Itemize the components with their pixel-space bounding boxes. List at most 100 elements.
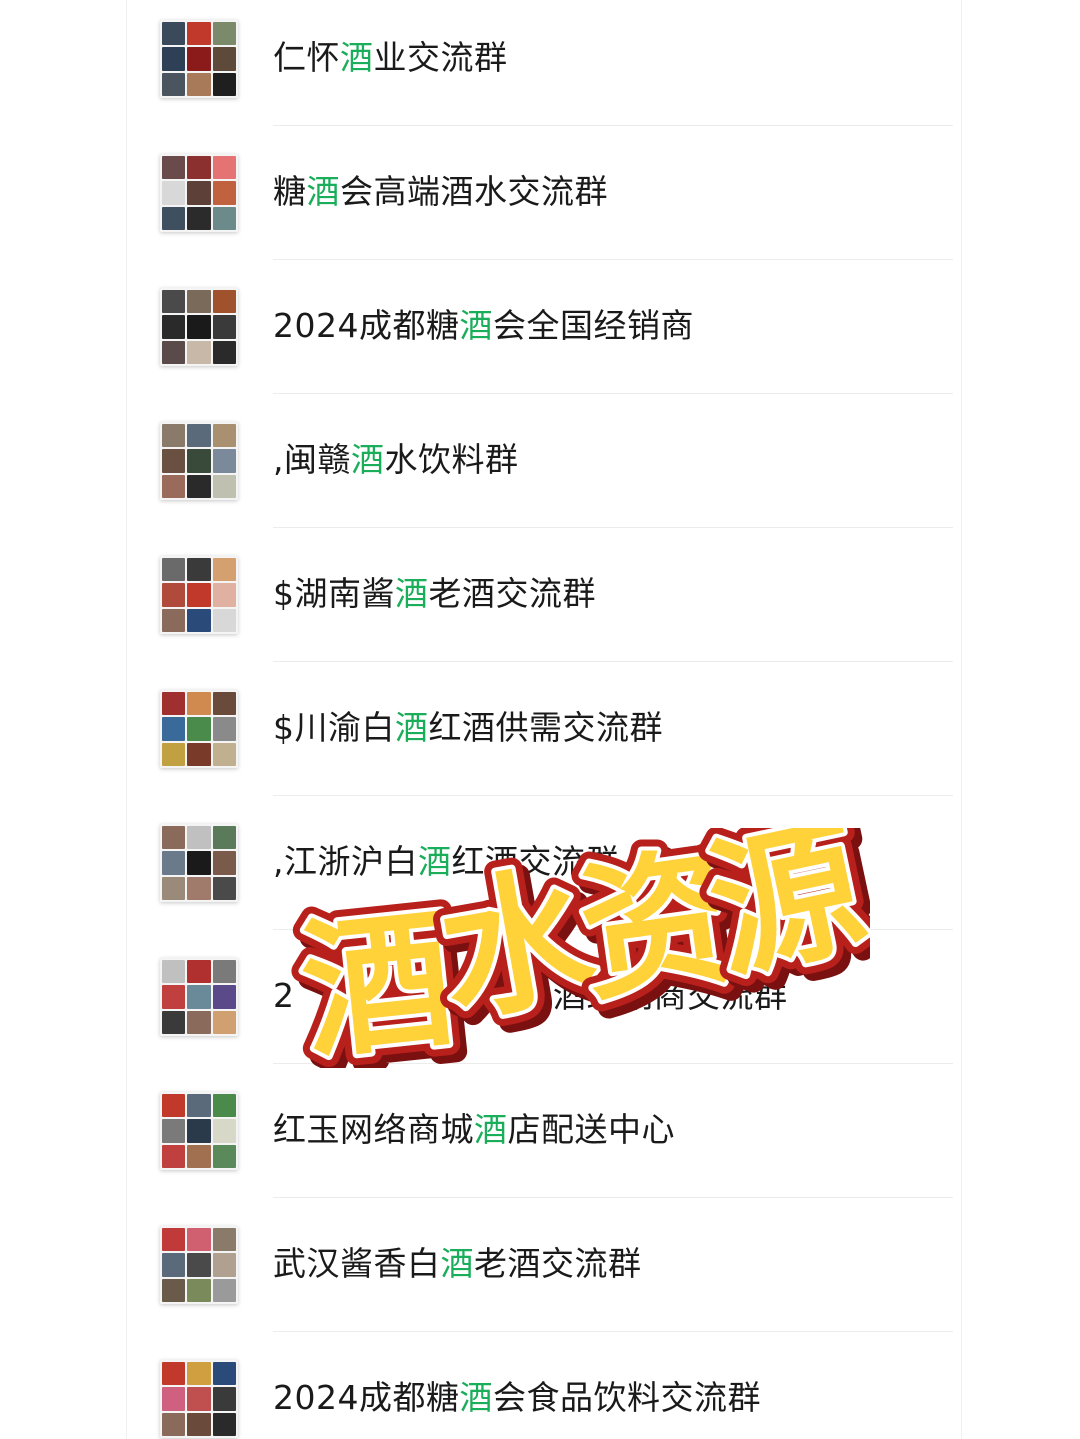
- avatar-tile: [162, 1412, 186, 1436]
- group-name: 糖酒会高端酒水交流群: [273, 172, 608, 212]
- group-row[interactable]: 2 酒经销商交流群: [127, 930, 961, 1064]
- avatar-tile: [212, 1144, 236, 1168]
- avatar-tile: [162, 742, 186, 766]
- avatar-tile: [162, 717, 186, 741]
- avatar-tile: [187, 876, 211, 900]
- group-name-prefix: $川渝白: [273, 708, 395, 747]
- group-row[interactable]: 2024成都糖酒会食品饮料交流群: [127, 1332, 961, 1439]
- group-list: 仁怀酒业交流群 糖酒会高端酒水交流群 2024成都糖酒会全国经销商 ,闽赣酒水饮料群 $…: [127, 0, 961, 1439]
- group-row[interactable]: $川渝白酒红酒供需交流群: [127, 662, 961, 796]
- avatar-tile: [212, 1119, 236, 1143]
- avatar-tile: [212, 474, 236, 498]
- avatar-tile: [187, 1362, 211, 1386]
- avatar-tile: [212, 1412, 236, 1436]
- group-name-keyword: 酒: [395, 708, 429, 747]
- avatar-tile: [187, 742, 211, 766]
- group-name: ,江浙沪白酒红酒交流群: [273, 842, 619, 882]
- avatar-tile: [162, 851, 186, 875]
- avatar-tile: [162, 424, 186, 448]
- group-name-prefix: ,江浙沪白: [273, 842, 418, 881]
- avatar-tile: [187, 1253, 211, 1277]
- avatar-tile: [162, 156, 186, 180]
- group-name-suffix: 店配送中心: [507, 1110, 675, 1149]
- avatar-tile: [187, 22, 211, 46]
- avatar-tile: [187, 1094, 211, 1118]
- group-name-keyword: 酒: [340, 38, 374, 77]
- group-list-panel: 仁怀酒业交流群 糖酒会高端酒水交流群 2024成都糖酒会全国经销商 ,闽赣酒水饮料群 $…: [126, 0, 962, 1439]
- group-name-prefix: 2024成都糖: [273, 306, 460, 345]
- group-name-suffix: 会食品饮料交流群: [492, 1378, 761, 1417]
- group-row[interactable]: 仁怀酒业交流群: [127, 0, 961, 126]
- avatar-tile: [187, 181, 211, 205]
- group-name-prefix: 糖: [273, 172, 307, 211]
- avatar-tile: [187, 449, 211, 473]
- group-name-suffix: 红酒交流群: [451, 842, 619, 881]
- group-name: 2024成都糖酒会食品饮料交流群: [273, 1378, 761, 1418]
- avatar-tile: [212, 315, 236, 339]
- page: 仁怀酒业交流群 糖酒会高端酒水交流群 2024成都糖酒会全国经销商 ,闽赣酒水饮料群 $…: [0, 0, 1080, 1439]
- group-name-tail: 酒经销商交流群: [553, 976, 788, 1015]
- group-name-keyword: 酒: [459, 1378, 493, 1417]
- avatar-tile: [187, 1119, 211, 1143]
- group-row[interactable]: 2024成都糖酒会全国经销商: [127, 260, 961, 394]
- avatar-tile: [212, 1278, 236, 1302]
- group-row[interactable]: $湖南酱酒老酒交流群: [127, 528, 961, 662]
- avatar-tile: [162, 1253, 186, 1277]
- avatar-tile: [187, 717, 211, 741]
- group-name: 红玉网络商城酒店配送中心: [273, 1110, 675, 1150]
- group-name-prefix: 2: [273, 976, 295, 1015]
- avatar-tile: [187, 1144, 211, 1168]
- group-name-suffix: 老酒交流群: [428, 574, 596, 613]
- avatar-tile: [187, 851, 211, 875]
- avatar-tile: [162, 692, 186, 716]
- group-row[interactable]: ,江浙沪白酒红酒交流群: [127, 796, 961, 930]
- group-name-prefix: 武汉酱香白: [273, 1244, 441, 1283]
- avatar-tile: [212, 72, 236, 96]
- avatar-tile: [162, 474, 186, 498]
- group-row[interactable]: 糖酒会高端酒水交流群: [127, 126, 961, 260]
- avatar-tile: [162, 1144, 186, 1168]
- avatar-tile: [212, 692, 236, 716]
- avatar-tile: [212, 960, 236, 984]
- avatar-tile: [212, 449, 236, 473]
- avatar-tile: [187, 1387, 211, 1411]
- group-row[interactable]: 武汉酱香白酒老酒交流群: [127, 1198, 961, 1332]
- group-name-keyword: 酒: [351, 440, 385, 479]
- avatar-tile: [162, 1387, 186, 1411]
- group-name: 武汉酱香白酒老酒交流群: [273, 1244, 642, 1284]
- group-name-prefix: ,闽赣: [273, 440, 351, 479]
- avatar-tile: [212, 985, 236, 1009]
- group-name-suffix: 水饮料群: [384, 440, 519, 479]
- avatar-tile: [162, 826, 186, 850]
- group-avatar: [160, 20, 238, 98]
- group-avatar: [160, 824, 238, 902]
- avatar-tile: [212, 206, 236, 230]
- avatar-tile: [187, 1010, 211, 1034]
- avatar-tile: [212, 1228, 236, 1252]
- avatar-tile: [187, 156, 211, 180]
- avatar-tile: [187, 72, 211, 96]
- avatar-tile: [187, 424, 211, 448]
- group-avatar: [160, 1092, 238, 1170]
- avatar-tile: [162, 47, 186, 71]
- avatar-tile: [212, 290, 236, 314]
- avatar-tile: [187, 692, 211, 716]
- avatar-tile: [162, 72, 186, 96]
- group-name: $川渝白酒红酒供需交流群: [273, 708, 663, 748]
- avatar-tile: [212, 742, 236, 766]
- avatar-tile: [162, 558, 186, 582]
- group-avatar: [160, 288, 238, 366]
- avatar-tile: [162, 985, 186, 1009]
- group-name: $湖南酱酒老酒交流群: [273, 574, 596, 614]
- group-name: 仁怀酒业交流群: [273, 38, 508, 78]
- group-row[interactable]: 红玉网络商城酒店配送中心: [127, 1064, 961, 1198]
- avatar-tile: [162, 960, 186, 984]
- avatar-tile: [212, 1010, 236, 1034]
- avatar-tile: [212, 583, 236, 607]
- group-avatar: [160, 958, 238, 1036]
- group-name-prefix: 红玉网络商城: [273, 1110, 474, 1149]
- avatar-tile: [187, 558, 211, 582]
- avatar-tile: [212, 424, 236, 448]
- group-row[interactable]: ,闽赣酒水饮料群: [127, 394, 961, 528]
- avatar-tile: [212, 181, 236, 205]
